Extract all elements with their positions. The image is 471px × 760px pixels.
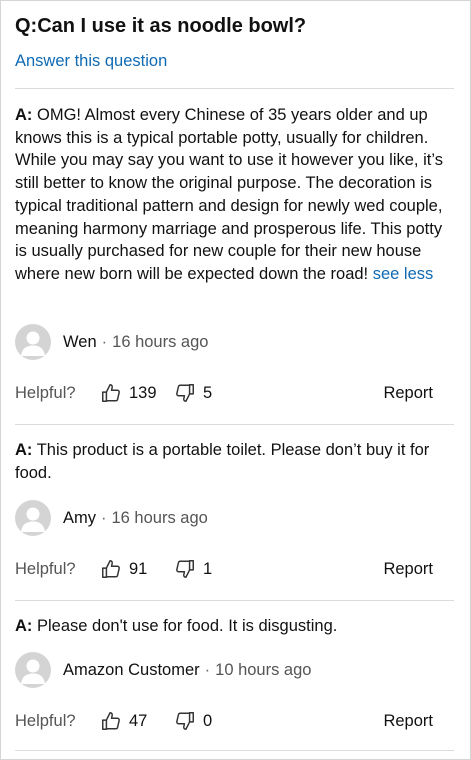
vote-row: Helpful? 91 1 Report: [15, 556, 433, 582]
answer-text: A: This product is a portable toilet. Pl…: [15, 439, 447, 484]
author-name: Amy: [63, 508, 96, 527]
question-title: Q:Can I use it as noodle bowl?: [15, 15, 307, 37]
downvote-count: 0: [203, 711, 213, 730]
answer-body: OMG! Almost every Chinese of 35 years ol…: [15, 106, 443, 283]
author-name: Amazon Customer: [63, 660, 200, 679]
separator-dot: ·: [204, 660, 211, 679]
separator-dot: ·: [101, 332, 108, 351]
downvote-count: 5: [203, 383, 213, 402]
answer-body: This product is a portable toilet. Pleas…: [15, 441, 430, 482]
thumbs-up-icon[interactable]: [99, 557, 123, 581]
user-avatar-icon: [15, 500, 51, 536]
thumbs-up-icon[interactable]: [99, 709, 123, 733]
upvote-count: 139: [129, 383, 157, 402]
answer-prefix: A:: [15, 106, 33, 124]
answer-time: 16 hours ago: [112, 332, 209, 351]
answer-prefix: A:: [15, 441, 33, 459]
divider: [15, 600, 454, 601]
user-avatar-icon: [15, 652, 51, 688]
thumbs-down-icon[interactable]: [173, 709, 197, 733]
helpful-label: Helpful?: [15, 559, 76, 578]
vote-row: Helpful? 47 0 Report: [15, 708, 433, 734]
separator-dot: ·: [101, 508, 107, 527]
divider: [15, 424, 454, 425]
thumbs-down-icon[interactable]: [173, 381, 197, 405]
answer-text: A: OMG! Almost every Chinese of 35 years…: [15, 104, 447, 286]
thumbs-down-icon[interactable]: [173, 557, 197, 581]
report-link[interactable]: Report: [383, 712, 433, 731]
answer-prefix: A:: [15, 617, 33, 635]
vote-row: Helpful? 139 5 Report: [15, 380, 433, 406]
downvote-count: 1: [203, 559, 213, 578]
answer-body: Please don't use for food. It is disgust…: [32, 617, 338, 635]
author-name: Wen: [63, 332, 97, 351]
answer-time: 16 hours ago: [111, 508, 208, 527]
upvote-count: 91: [129, 559, 148, 578]
answer-author: Amy · 16 hours ago: [15, 500, 208, 536]
divider: [15, 750, 454, 751]
divider: [15, 88, 454, 89]
answer-this-question-link[interactable]: Answer this question: [15, 52, 167, 71]
see-less-link[interactable]: see less: [373, 265, 434, 283]
report-link[interactable]: Report: [383, 560, 433, 579]
helpful-label: Helpful?: [15, 383, 76, 402]
answer-author: Wen · 16 hours ago: [15, 324, 208, 360]
upvote-count: 47: [129, 711, 148, 730]
report-link[interactable]: Report: [383, 384, 433, 403]
thumbs-up-icon[interactable]: [99, 381, 123, 405]
helpful-label: Helpful?: [15, 711, 76, 730]
answer-time: 10 hours ago: [215, 660, 312, 679]
answer-text: A: Please don't use for food. It is disg…: [15, 615, 447, 638]
answer-author: Amazon Customer · 10 hours ago: [15, 652, 311, 688]
user-avatar-icon: [15, 324, 51, 360]
